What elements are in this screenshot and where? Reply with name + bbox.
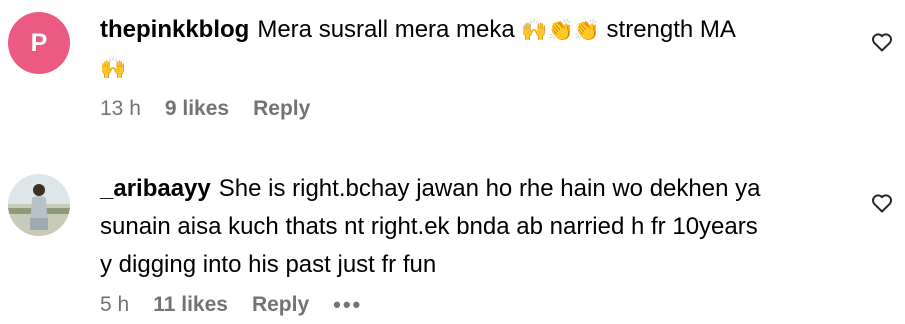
username[interactable]: thepinkkblog — [100, 16, 249, 43]
likes-count[interactable]: 11 likes — [153, 293, 228, 317]
heart-outline-icon[interactable] — [870, 191, 894, 215]
more-options-icon[interactable]: ••• — [333, 292, 362, 318]
heart-outline-icon[interactable] — [870, 30, 894, 54]
comment-text-line1: She is right.bchay jawan ho rhe hain wo … — [218, 175, 761, 202]
timestamp[interactable]: 13 h — [100, 97, 141, 121]
likes-count[interactable]: 9 likes — [165, 97, 229, 121]
comment-body: _aribaayy She is right.bchay jawan ho rhe… — [100, 170, 840, 284]
clap-emoji-icon: 🙌👏👏 — [521, 18, 600, 42]
comment-body: thepinkkblog Mera susrall mera meka 🙌👏👏 s… — [100, 11, 840, 87]
avatar-photo-icon — [8, 174, 70, 236]
comment-text-line2: sunain aisa kuch thats nt right.ek bnda … — [100, 213, 758, 240]
avatar-letter: P — [30, 28, 48, 57]
raising-hands-emoji-icon: 🙌 — [100, 56, 127, 80]
avatar[interactable]: P — [8, 12, 70, 74]
timestamp[interactable]: 5 h — [100, 293, 129, 317]
comment-thepinkkblog: P thepinkkblog Mera susrall mera meka 🙌👏👏… — [0, 0, 905, 150]
avatar[interactable] — [8, 174, 70, 236]
reply-button[interactable]: Reply — [252, 293, 309, 317]
username[interactable]: _aribaayy — [100, 175, 211, 202]
comment-aribaayy: _aribaayy She is right.bchay jawan ho rhe… — [0, 150, 905, 324]
comment-text-start: Mera susrall mera meka — [257, 16, 515, 43]
comment-text-end: strength MA — [606, 16, 736, 43]
comment-meta: 5 h 11 likes Reply ••• — [100, 292, 362, 318]
comment-meta: 13 h 9 likes Reply — [100, 97, 334, 121]
comment-text-line3: y digging into his past just fr fun — [100, 251, 437, 278]
reply-button[interactable]: Reply — [253, 97, 310, 121]
